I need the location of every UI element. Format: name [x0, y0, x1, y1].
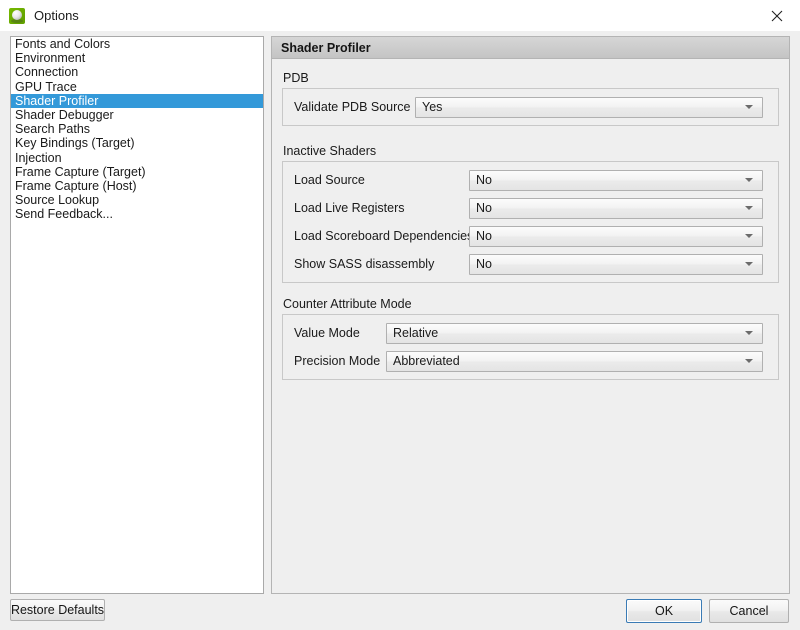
sidebar-item-label: Shader Profiler: [15, 94, 98, 108]
sidebar-item-label: Search Paths: [15, 122, 90, 136]
chevron-down-icon: [745, 359, 753, 363]
setting-label: Show SASS disassembly: [283, 257, 434, 271]
combobox-value: Yes: [416, 100, 442, 114]
sidebar-item-label: Frame Capture (Host): [15, 179, 137, 193]
combobox-value-mode[interactable]: Relative: [386, 323, 763, 344]
combobox-load-live-registers[interactable]: No: [469, 198, 763, 219]
sidebar-item-environment[interactable]: Environment: [11, 51, 263, 65]
chevron-down-icon: [745, 206, 753, 210]
sidebar-item-label: Fonts and Colors: [15, 37, 110, 51]
sidebar-item-key-bindings-target[interactable]: Key Bindings (Target): [11, 136, 263, 150]
dialog-content: Fonts and ColorsEnvironmentConnectionGPU…: [0, 31, 800, 630]
combobox-value: No: [470, 229, 492, 243]
setting-row: Value Mode Relative: [283, 319, 778, 347]
sidebar-item-label: Injection: [15, 151, 62, 165]
chevron-down-icon: [745, 262, 753, 266]
close-button[interactable]: [754, 0, 800, 31]
setting-label: Value Mode: [283, 326, 360, 340]
setting-label: Validate PDB Source: [283, 100, 411, 114]
setting-label: Load Live Registers: [283, 201, 404, 215]
title-bar: Options: [0, 0, 800, 31]
group-title: Inactive Shaders: [282, 144, 779, 158]
chevron-down-icon: [745, 331, 753, 335]
restore-defaults-button[interactable]: Restore Defaults: [10, 599, 105, 621]
combobox-value: Relative: [387, 326, 438, 340]
sidebar-item-gpu-trace[interactable]: GPU Trace: [11, 80, 263, 94]
group-title: PDB: [282, 71, 779, 85]
chevron-down-icon: [745, 105, 753, 109]
chevron-down-icon: [745, 234, 753, 238]
window-title: Options: [34, 0, 79, 31]
setting-label: Precision Mode: [283, 354, 380, 368]
cancel-button[interactable]: Cancel: [709, 599, 789, 623]
ok-button[interactable]: OK: [626, 599, 702, 623]
setting-label: Load Source: [283, 173, 365, 187]
sidebar-item-label: Frame Capture (Target): [15, 165, 146, 179]
sidebar-item-injection[interactable]: Injection: [11, 151, 263, 165]
sidebar-item-label: Send Feedback...: [15, 207, 113, 221]
sidebar-item-send-feedback[interactable]: Send Feedback...: [11, 207, 263, 221]
group-counter-attribute-mode: Counter Attribute Mode Value Mode Relative…: [282, 297, 779, 380]
sidebar-item-label: GPU Trace: [15, 80, 77, 94]
options-dialog: Options Fonts and ColorsEnvironmentConne…: [0, 0, 800, 630]
combobox-value: Abbreviated: [387, 354, 460, 368]
group-frame: Load SourceNoLoad Live RegistersNoLoad S…: [282, 161, 779, 283]
group-frame: Value Mode Relative Precision Mode Abbrevia…: [282, 314, 779, 380]
sidebar-item-label: Source Lookup: [15, 193, 99, 207]
setting-row: Precision Mode Abbreviated: [283, 347, 778, 375]
sidebar-item-fonts-and-colors[interactable]: Fonts and Colors: [11, 37, 263, 51]
combobox-load-scoreboard-dependencies[interactable]: No: [469, 226, 763, 247]
settings-panel: Shader Profiler PDB Validate PDB Source Ye…: [271, 36, 790, 594]
combobox-value: No: [470, 201, 492, 215]
chevron-down-icon: [745, 178, 753, 182]
setting-row: Load Source No: [283, 166, 778, 194]
group-inactive-shaders: Inactive ShadersLoad SourceNoLoad Live R…: [282, 144, 779, 283]
combobox-show-sass-disassembly[interactable]: No: [469, 254, 763, 275]
category-list[interactable]: Fonts and ColorsEnvironmentConnectionGPU…: [10, 36, 264, 594]
group-title: Counter Attribute Mode: [282, 297, 779, 311]
combobox-value: No: [470, 257, 492, 271]
group-pdb: PDB Validate PDB Source Yes: [282, 71, 779, 126]
setting-row: Show SASS disassembly No: [283, 250, 778, 278]
combobox-precision-mode[interactable]: Abbreviated: [386, 351, 763, 372]
sidebar-item-frame-capture-target[interactable]: Frame Capture (Target): [11, 165, 263, 179]
sidebar-item-search-paths[interactable]: Search Paths: [11, 122, 263, 136]
close-icon: [771, 10, 783, 22]
sidebar-item-shader-profiler[interactable]: Shader Profiler: [11, 94, 263, 108]
setting-label: Load Scoreboard Dependencies: [283, 229, 473, 243]
sidebar-item-label: Key Bindings (Target): [15, 136, 135, 150]
setting-row: Load Scoreboard DependenciesNo: [283, 222, 778, 250]
panel-title: Shader Profiler: [272, 37, 789, 59]
combobox-validate-pdb-source[interactable]: Yes: [415, 97, 763, 118]
sidebar-item-source-lookup[interactable]: Source Lookup: [11, 193, 263, 207]
sidebar-item-connection[interactable]: Connection: [11, 65, 263, 79]
sidebar-item-label: Shader Debugger: [15, 108, 114, 122]
setting-row: Validate PDB Source Yes: [283, 93, 778, 121]
sidebar-item-label: Connection: [15, 65, 78, 79]
sidebar-item-shader-debugger[interactable]: Shader Debugger: [11, 108, 263, 122]
setting-row: Load Live Registers No: [283, 194, 778, 222]
combobox-value: No: [470, 173, 492, 187]
combobox-load-source[interactable]: No: [469, 170, 763, 191]
sidebar-item-frame-capture-host[interactable]: Frame Capture (Host): [11, 179, 263, 193]
nsight-logo-icon: [9, 8, 25, 24]
sidebar-item-label: Environment: [15, 51, 85, 65]
group-frame: Validate PDB Source Yes: [282, 88, 779, 126]
